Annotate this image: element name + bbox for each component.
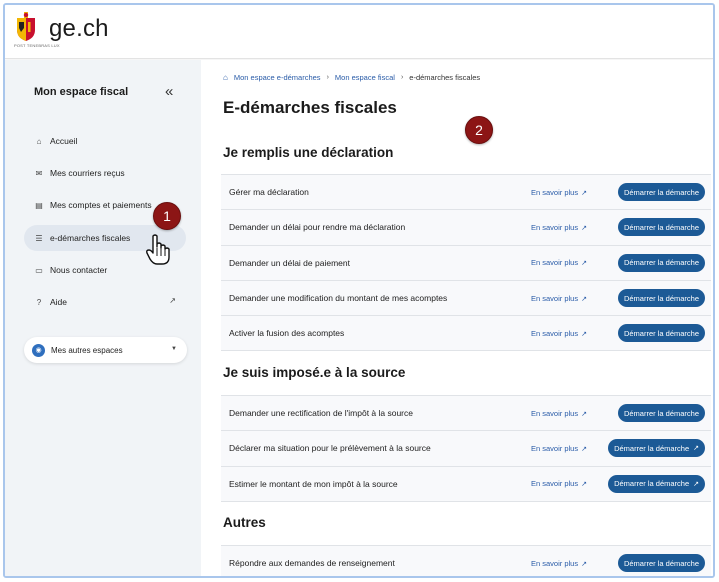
learn-more-link[interactable]: En savoir plus ↗: [531, 188, 587, 197]
section-title: Je remplis une déclaration: [223, 145, 394, 160]
demarche-label: Demander un délai de paiement: [229, 257, 350, 268]
caret-down-icon: ▼: [171, 346, 177, 352]
geneva-crest-icon[interactable]: [15, 12, 37, 42]
help-icon: ?: [36, 297, 42, 307]
chevron-right-icon: ›: [400, 74, 404, 81]
breadcrumb-current: e-démarches fiscales: [409, 73, 481, 82]
start-button[interactable]: Démarrer la démarche: [617, 404, 705, 423]
start-button[interactable]: Démarrer la démarche: [617, 218, 705, 237]
learn-more-link[interactable]: En savoir plus ↗: [531, 444, 587, 453]
wallet-icon: ▤: [35, 200, 43, 210]
external-link-icon: ↗: [693, 445, 699, 453]
section-title: Je suis imposé.e à la source: [223, 365, 406, 380]
annotation-badge-2: 2: [465, 116, 493, 144]
learn-more-link[interactable]: En savoir plus ↗: [531, 258, 587, 267]
eye-icon: ◉: [32, 343, 45, 357]
external-link-icon: ↗: [581, 260, 587, 268]
demarche-label: Gérer ma déclaration: [229, 187, 309, 198]
chat-icon: ▭: [35, 265, 43, 275]
external-link-icon: ↗: [581, 481, 587, 489]
learn-more-link[interactable]: En savoir plus ↗: [531, 223, 587, 232]
external-link-icon: ↗: [581, 560, 587, 568]
demarches-list: Demander une rectification de l'impôt à …: [221, 395, 711, 502]
brand-name[interactable]: ge.ch: [49, 15, 109, 43]
sidebar-item-courriers[interactable]: ✉ Mes courriers reçus: [24, 160, 186, 186]
double-chevron-left-icon[interactable]: «: [165, 84, 173, 99]
sidebar-item-aide[interactable]: ? Aide ↗: [24, 289, 186, 315]
start-button[interactable]: Démarrer la démarche: [617, 289, 705, 308]
page-title: E-démarches fiscales: [223, 98, 397, 117]
home-icon: ⌂: [36, 136, 42, 146]
demarche-label: Activer la fusion des acomptes: [229, 328, 345, 339]
start-button[interactable]: Démarrer la démarche: [617, 183, 705, 202]
home-icon[interactable]: ⌂: [223, 73, 228, 82]
demarches-list: Gérer ma déclaration En savoir plus ↗ Dém…: [221, 174, 711, 352]
breadcrumb: ⌂ Mon espace e-démarches › Mon espace fi…: [223, 73, 480, 82]
list-item: Demander un délai pour rendre ma déclara…: [221, 210, 711, 246]
chevron-right-icon: ›: [326, 74, 329, 81]
sidebar-item-accueil[interactable]: ⌂ Accueil: [24, 128, 186, 154]
list-item: Estimer le montant de mon impôt à la sou…: [221, 466, 711, 502]
list-item: Gérer ma déclaration En savoir plus ↗ Dém…: [221, 175, 711, 211]
external-link-icon: ↗: [581, 445, 587, 453]
external-link-icon: ↗: [581, 224, 587, 232]
mail-icon: ✉: [35, 168, 43, 178]
start-button[interactable]: Démarrer la démarche: [617, 554, 705, 573]
top-bar: POST TENEBRAS LUX ge.ch: [5, 5, 713, 59]
hand-pointer-icon: [146, 234, 170, 265]
learn-more-link[interactable]: En savoir plus ↗: [531, 409, 587, 418]
main-content: ⌂ Mon espace e-démarches › Mon espace fi…: [201, 60, 713, 576]
breadcrumb-item[interactable]: Mon espace fiscal: [335, 73, 395, 82]
external-link-icon: ↗: [581, 410, 587, 418]
breadcrumb-item[interactable]: Mon espace e-démarches: [234, 73, 321, 82]
start-button[interactable]: Démarrer la démarche ↗: [608, 474, 705, 493]
sidebar-item-label: Mes courriers reçus: [50, 168, 125, 178]
start-button[interactable]: Démarrer la démarche ↗: [608, 439, 705, 458]
demarche-label: Déclarer ma situation pour le prélèvemen…: [229, 443, 431, 454]
annotation-badge-1: 1: [153, 202, 181, 230]
list-item: Demander une rectification de l'impôt à …: [221, 396, 711, 432]
list-item: Répondre aux demandes de renseignement E…: [221, 546, 711, 576]
start-button[interactable]: Démarrer la démarche: [617, 324, 705, 343]
demarche-label: Demander une rectification de l'impôt à …: [229, 408, 413, 419]
checklist-icon: ☰: [35, 233, 43, 243]
external-link-icon: ↗: [169, 296, 176, 305]
sidebar-item-label: Accueil: [50, 136, 78, 146]
app-window: POST TENEBRAS LUX ge.ch Mon espace fisca…: [3, 3, 715, 578]
sidebar-item-label: e-démarches fiscales: [50, 233, 131, 243]
demarche-label: Demander un délai pour rendre ma déclara…: [229, 222, 406, 233]
other-spaces-dropdown[interactable]: ◉ Mes autres espaces ▼: [24, 337, 187, 363]
list-item: Demander une modification du montant de …: [221, 280, 711, 317]
learn-more-link[interactable]: En savoir plus ↗: [531, 559, 587, 568]
section-title: Autres: [223, 515, 266, 530]
logo-motto: POST TENEBRAS LUX: [14, 43, 60, 48]
learn-more-link[interactable]: En savoir plus ↗: [531, 294, 587, 303]
list-item: Déclarer ma situation pour le prélèvemen…: [221, 431, 711, 467]
external-link-icon: ↗: [581, 330, 587, 338]
sidebar: Mon espace fiscal « ⌂ Accueil ✉ Mes cour…: [5, 60, 201, 576]
list-item: Demander un délai de paiement En savoir …: [221, 245, 711, 281]
sidebar-item-label: Aide: [50, 297, 68, 307]
learn-more-link[interactable]: En savoir plus ↗: [531, 479, 587, 488]
sidebar-item-label: Nous contacter: [50, 265, 108, 275]
learn-more-link[interactable]: En savoir plus ↗: [531, 329, 587, 338]
sidebar-item-label: Mes comptes et paiements: [50, 200, 152, 210]
demarche-label: Répondre aux demandes de renseignement: [229, 558, 395, 569]
demarche-label: Estimer le montant de mon impôt à la sou…: [229, 478, 398, 489]
other-spaces-label: Mes autres espaces: [51, 345, 123, 355]
external-link-icon: ↗: [581, 295, 587, 303]
demarches-list: Répondre aux demandes de renseignement E…: [221, 545, 711, 576]
sidebar-title: Mon espace fiscal: [34, 86, 129, 98]
list-item: Activer la fusion des acomptes En savoir…: [221, 316, 711, 352]
demarche-label: Demander une modification du montant de …: [229, 293, 448, 304]
start-button[interactable]: Démarrer la démarche: [617, 253, 705, 272]
external-link-icon: ↗: [581, 189, 587, 197]
external-link-icon: ↗: [693, 480, 699, 488]
